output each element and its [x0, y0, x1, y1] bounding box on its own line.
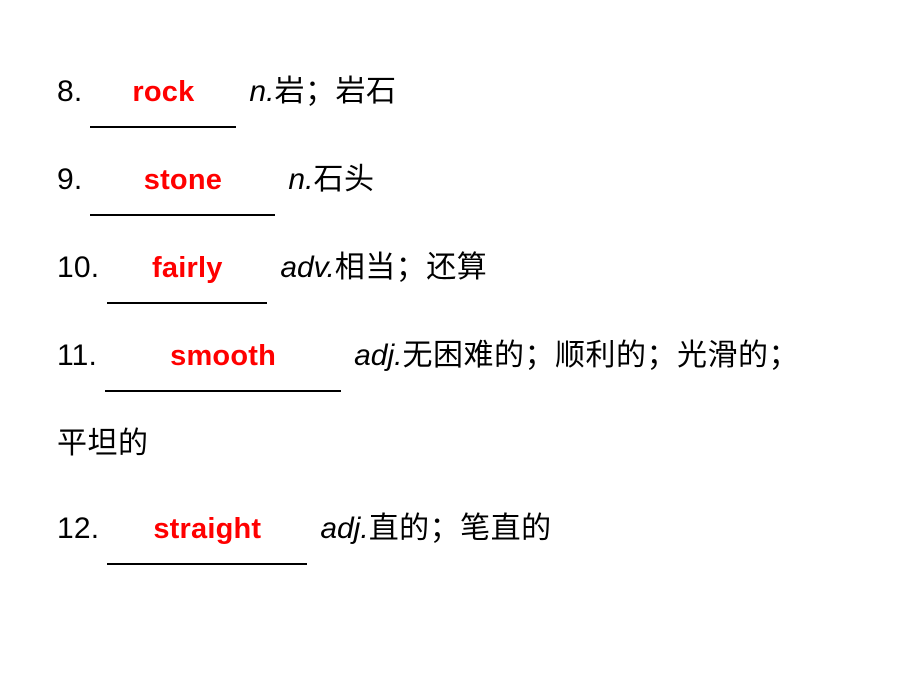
entry-number: 10. — [57, 251, 100, 284]
answer-blank[interactable]: stone — [90, 160, 276, 216]
answer-blank[interactable]: straight — [107, 509, 308, 565]
part-of-speech: adv. — [280, 251, 335, 284]
vocabulary-entry: 11. smooth adj. 无困难的；顺利的；光滑的； — [57, 332, 907, 392]
slide-canvas: 8. rock n. 岩；岩石 9. stone n. 石头 10. fairl… — [0, 0, 920, 690]
entry-number: 9. — [57, 163, 83, 196]
answer-word: rock — [132, 76, 195, 108]
chinese-gloss: 相当；还算 — [334, 251, 488, 284]
vocabulary-entry: 12. straight adj. 直的；笔直的 — [57, 505, 907, 565]
vocabulary-entry: 8. rock n. 岩；岩石 — [57, 68, 907, 128]
part-of-speech: n. — [249, 75, 275, 108]
part-of-speech: adj. — [320, 512, 369, 545]
chinese-gloss: 石头 — [313, 163, 375, 196]
answer-blank[interactable]: fairly — [107, 248, 268, 304]
part-of-speech: n. — [288, 163, 314, 196]
answer-blank[interactable]: smooth — [105, 336, 342, 392]
part-of-speech: adj. — [354, 339, 403, 372]
answer-blank[interactable]: rock — [90, 72, 237, 128]
chinese-gloss: 岩；岩石 — [274, 75, 397, 108]
vocabulary-entry: 10. fairly adv. 相当；还算 — [57, 244, 907, 304]
entry-number: 11. — [57, 339, 98, 372]
answer-word: stone — [143, 164, 223, 196]
chinese-gloss: 无困难的；顺利的；光滑的； — [402, 339, 799, 372]
entry-number: 12. — [57, 512, 100, 545]
chinese-gloss: 直的；笔直的 — [368, 512, 552, 545]
gloss-wrapped-line: 平坦的 — [57, 420, 907, 477]
vocabulary-entry-list: 8. rock n. 岩；岩石 9. stone n. 石头 10. fairl… — [57, 68, 907, 565]
entry-number: 8. — [57, 75, 83, 108]
answer-word: smooth — [170, 340, 277, 372]
answer-word: straight — [153, 513, 262, 545]
vocabulary-entry: 9. stone n. 石头 — [57, 156, 907, 216]
chinese-gloss-continued: 平坦的 — [57, 427, 149, 460]
answer-word: fairly — [152, 252, 223, 284]
